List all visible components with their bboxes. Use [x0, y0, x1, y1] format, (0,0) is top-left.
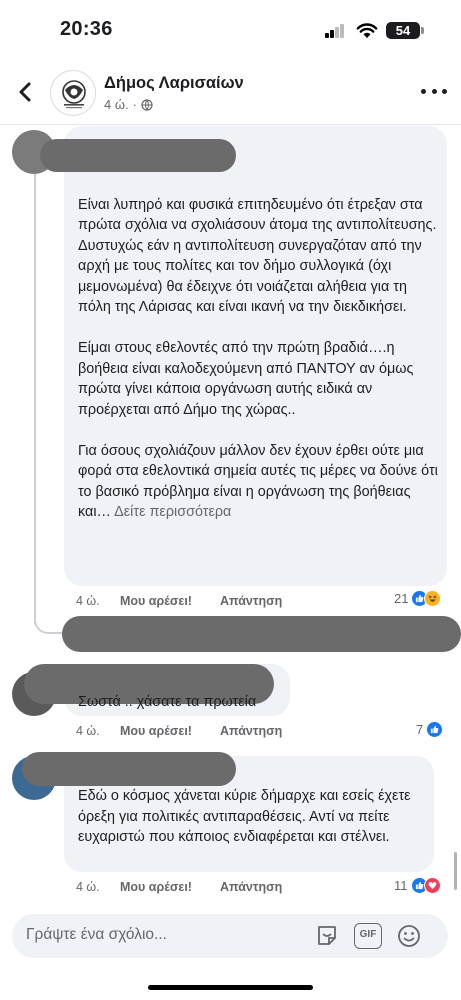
home-indicator — [148, 985, 313, 990]
reply-button[interactable]: Απάντηση — [220, 594, 282, 608]
like-button[interactable]: Μου αρέσει! — [120, 880, 220, 894]
emoji-icon[interactable] — [396, 923, 422, 949]
comment-input[interactable] — [26, 926, 286, 944]
reaction-summary[interactable]: 21 — [394, 590, 442, 607]
comment-text: Εδώ ο κόσμος χάνεται κύριε δήμαρχε και ε… — [78, 788, 411, 845]
reaction-count: 21 — [394, 591, 409, 606]
back-button[interactable] — [12, 78, 40, 106]
status-bar: 20:36 54 — [0, 0, 461, 62]
header-divider — [0, 124, 461, 125]
page-name[interactable]: Δήμος Λαρισαίων — [104, 74, 244, 93]
comment-text: Είναι λυπηρό και φυσικά επιτηδευμένο ότι… — [78, 174, 438, 523]
status-time: 20:36 — [60, 18, 113, 40]
municipality-logo-icon — [62, 80, 86, 109]
reaction-summary[interactable]: 11 — [394, 877, 441, 894]
gif-button[interactable]: GIF — [354, 923, 382, 949]
haha-reaction-icon — [424, 590, 442, 607]
meta-dot: · — [132, 97, 137, 112]
post-time: 4 ώ. — [104, 97, 129, 112]
comment-actions: 4 ώ. Μου αρέσει! Απάντηση — [76, 880, 282, 894]
reaction-summary[interactable]: 7 — [416, 721, 444, 738]
comment-composer: GIF — [12, 914, 448, 958]
reply-button[interactable]: Απάντηση — [220, 724, 282, 738]
reaction-count: 11 — [394, 878, 408, 893]
post-meta: 4 ώ. · — [104, 97, 153, 112]
reply-thread-line — [34, 172, 36, 624]
comment-actions: 4 ώ. Μου αρέσει! Απάντηση — [76, 724, 282, 738]
wifi-icon — [356, 23, 378, 38]
see-more-link[interactable]: Δείτε περισσότερα — [114, 504, 231, 520]
redacted-reply-preview — [62, 616, 461, 652]
reply-button[interactable]: Απάντηση — [220, 880, 282, 894]
globe-icon — [141, 98, 153, 111]
like-button[interactable]: Μου αρέσει! — [120, 594, 220, 608]
comment-time: 4 ώ. — [76, 594, 100, 608]
battery-cap — [421, 27, 424, 34]
sticker-icon[interactable] — [314, 923, 340, 949]
page-avatar[interactable] — [50, 70, 96, 116]
more-options-button[interactable] — [421, 78, 447, 104]
redacted-author-name — [40, 139, 236, 172]
post-header: Δήμος Λαρισαίων 4 ώ. · — [0, 62, 461, 124]
scrollbar[interactable] — [454, 852, 457, 890]
comment-time: 4 ώ. — [76, 880, 100, 894]
like-reaction-icon — [426, 721, 444, 738]
comment-body: Είναι λυπηρό και φυσικά επιτηδευμένο ότι… — [78, 196, 438, 521]
comment-text: Σωστά .. χάσατε τα πρωτεία — [78, 694, 257, 710]
cellular-signal-icon — [325, 24, 345, 38]
reply-thread-connector — [34, 610, 64, 634]
like-button[interactable]: Μου αρέσει! — [120, 724, 220, 738]
comment-actions: 4 ώ. Μου αρέσει! Απάντηση — [76, 594, 282, 608]
battery-indicator: 54 — [386, 22, 420, 39]
redacted-author-name — [22, 752, 236, 786]
love-reaction-icon — [423, 877, 441, 894]
comment-time: 4 ώ. — [76, 724, 100, 738]
gif-label: GIF — [359, 929, 377, 940]
reaction-count: 7 — [416, 722, 424, 737]
